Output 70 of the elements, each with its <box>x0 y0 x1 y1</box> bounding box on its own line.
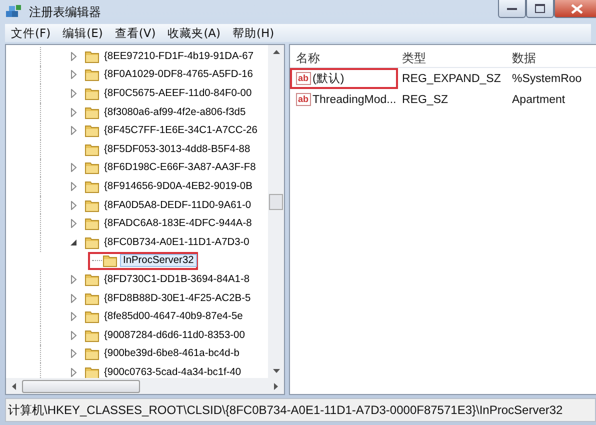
tree-item[interactable]: {8FC0B734-A0E1-11D1-A7D3-0 <box>102 236 252 249</box>
tree-item[interactable]: {8F5DF053-3013-4dd8-B5F4-88 <box>102 142 252 156</box>
minimize-button[interactable] <box>498 0 526 18</box>
tree-item[interactable]: {8F0C5675-AEEF-11d0-84F0-00 <box>102 86 254 100</box>
folder-icon <box>85 68 99 82</box>
folder-icon <box>85 106 99 119</box>
tree-item[interactable]: {8F0A1029-0DF8-4765-A5FD-16 <box>102 68 255 82</box>
string-value-icon: ab <box>296 72 311 85</box>
maximize-icon <box>535 4 545 13</box>
window-title: 注册表编辑器 <box>29 4 101 20</box>
folder-icon <box>85 328 99 342</box>
column-header[interactable]: 类型 <box>398 50 508 66</box>
tree-item[interactable]: {8FD730C1-DD1B-3694-84A1-8 <box>102 272 252 286</box>
tree-item[interactable]: {8fe85d00-4647-40b9-87e4-5e <box>102 310 245 324</box>
tree-item[interactable]: InProcServer32 <box>120 254 197 268</box>
tree-item[interactable]: {8EE97210-FD1F-4b19-91DA-67 <box>102 50 256 63</box>
menu-item[interactable]: 查看(V) <box>110 26 160 40</box>
collapse-arrow-icon[interactable] <box>70 238 77 246</box>
value-data: %SystemRoo <box>511 72 582 84</box>
menu-item[interactable]: 编辑(E) <box>58 26 107 40</box>
value-data: Apartment <box>511 94 566 106</box>
scrollbar-thumb[interactable] <box>22 380 140 392</box>
column-header[interactable]: 名称 <box>290 50 398 66</box>
close-button[interactable] <box>554 0 596 18</box>
tree-item[interactable]: {8FA0D5A8-DEDF-11D0-9A61-0 <box>102 198 254 212</box>
folder-icon <box>85 366 99 378</box>
tree-item[interactable]: {8FADC6A8-183E-4DFC-944A-8 <box>102 217 254 230</box>
tree-item[interactable]: {8FD8B88D-30E1-4F25-AC2B-5 <box>102 292 253 305</box>
folder-icon <box>103 254 117 268</box>
column-header[interactable]: 数据 <box>508 50 536 66</box>
folder-icon <box>85 50 99 63</box>
folder-icon <box>85 86 99 100</box>
folder-icon <box>85 347 99 360</box>
minimize-icon <box>507 6 517 10</box>
registry-cubes-icon <box>5 4 23 20</box>
menu-item[interactable]: 收藏夹(A) <box>164 26 225 40</box>
maximize-button[interactable] <box>526 0 554 18</box>
value-name[interactable]: (默认) <box>312 71 344 86</box>
folder-icon <box>85 124 99 138</box>
tree-item[interactable]: {8F6D198C-E66F-3A87-AA3F-F8 <box>102 161 258 174</box>
vertical-scrollbar[interactable] <box>268 45 284 378</box>
value-type: REG_SZ <box>401 94 450 106</box>
value-name[interactable]: ThreadingMod... <box>312 94 396 106</box>
registry-path: 计算机\HKEY_CLASSES_ROOT\CLSID\{8FC0B734-A0E1-11D1-A7D3-0000F87571E3}\InProcServer32 <box>8 402 563 418</box>
folder-icon <box>85 142 99 156</box>
value-type: REG_EXPAND_SZ <box>401 72 502 84</box>
string-value-icon: ab <box>296 93 311 106</box>
folder-icon <box>85 198 99 212</box>
scrollbar-thumb[interactable] <box>269 194 283 210</box>
tree-item[interactable]: {90087284-d6d6-11d0-8353-00 <box>102 328 247 342</box>
tree-item[interactable]: {900c0763-5cad-4a34-bc1f-40 <box>102 366 244 378</box>
scroll-down-icon[interactable] <box>272 369 280 373</box>
folder-icon <box>85 292 99 305</box>
scroll-up-icon[interactable] <box>272 50 280 54</box>
folder-icon <box>85 272 99 286</box>
horizontal-scrollbar[interactable] <box>6 378 284 394</box>
folder-icon <box>85 161 99 174</box>
scroll-left-icon[interactable] <box>12 382 16 390</box>
tree-item[interactable]: {8f3080a6-af99-4f2e-a806-f3d5 <box>102 106 248 119</box>
scroll-right-icon[interactable] <box>274 382 278 390</box>
menu-item[interactable]: 文件(F) <box>7 26 55 40</box>
folder-icon <box>85 180 99 193</box>
folder-icon <box>85 217 99 230</box>
folder-icon <box>85 310 99 324</box>
tree-item[interactable]: {900be39d-6be8-461a-bc4d-b <box>102 347 242 360</box>
menu-item[interactable]: 帮助(H) <box>228 26 278 40</box>
folder-icon <box>85 236 99 249</box>
close-icon <box>571 4 583 14</box>
tree-item[interactable]: {8F914656-9D0A-4EB2-9019-0B <box>102 180 254 193</box>
tree-item[interactable]: {8F45C7FF-1E6E-34C1-A7CC-26 <box>102 124 260 138</box>
